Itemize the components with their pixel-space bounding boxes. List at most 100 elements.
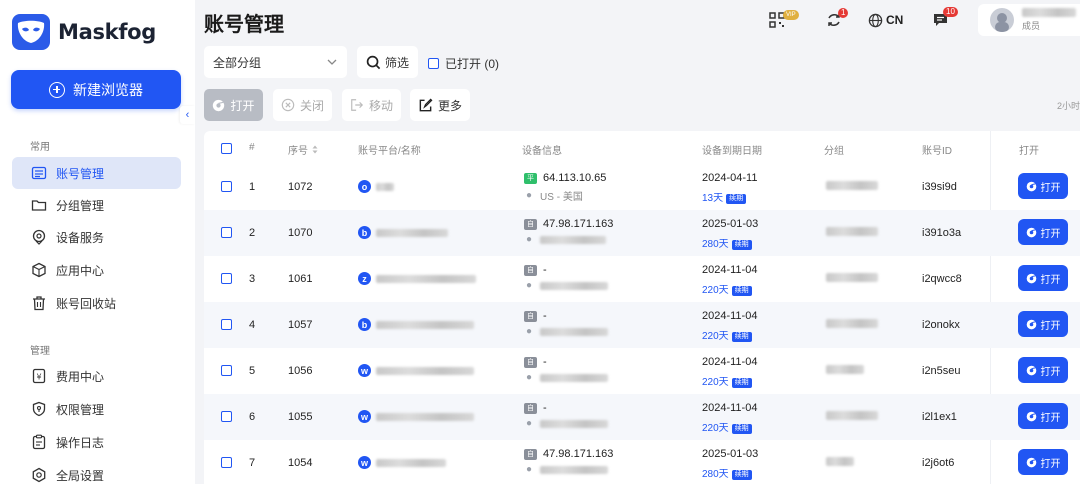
platform-icon: w (358, 410, 371, 423)
row-index: 4 (249, 319, 256, 331)
renew-button[interactable]: 续期 (731, 378, 752, 388)
platform-icon: z (358, 272, 371, 285)
open-label: 打开 (1040, 366, 1061, 378)
new-browser-button[interactable]: 新建浏览器 (11, 70, 181, 109)
language-switcher[interactable]: CN (868, 8, 903, 32)
column-header-device: 设备信息 (522, 146, 562, 157)
opened-only-checkbox[interactable]: 已打开 (0) (428, 55, 499, 72)
account-name-redacted (376, 275, 476, 283)
ip-type-tag: 自 (524, 402, 537, 414)
device-location: ● (526, 234, 607, 245)
sidebar-item-accounts[interactable]: 账号管理 (12, 157, 181, 189)
column-header-group: 分组 (824, 146, 844, 157)
ip-address: - (543, 310, 547, 322)
row-index: 5 (249, 365, 256, 377)
open-profile-button[interactable]: 打开 (1018, 311, 1068, 337)
mask-logo-icon (12, 14, 50, 50)
trash-icon (33, 296, 45, 311)
renew-button[interactable]: 续期 (731, 286, 752, 296)
expiry-remaining: 220天 续期 (702, 326, 752, 344)
cube-icon (32, 262, 46, 278)
sidebar-item-device-service[interactable]: 设备服务 (12, 221, 181, 253)
ip-type-tag: 自 (524, 218, 537, 230)
sidebar-item-logs[interactable]: 操作日志 (12, 426, 181, 458)
page-title: 账号管理 (204, 14, 284, 36)
column-header-serial[interactable]: 序号 (288, 142, 318, 157)
row-index: 6 (249, 411, 256, 423)
row-checkbox[interactable] (221, 365, 232, 376)
table-row[interactable]: 4 1057 b 自 - ● 2024-11-04 220天 续期 i2onokx… (204, 302, 1080, 348)
row-serial: 1055 (288, 411, 313, 423)
table-row[interactable]: 7 1054 w 自 47.98.171.163 ● 2025-01-03 28… (204, 440, 1080, 484)
open-profile-button[interactable]: 打开 (1018, 357, 1068, 383)
more-actions-button[interactable]: 更多 (410, 89, 470, 121)
group-name-redacted (826, 411, 878, 420)
open-profile-button[interactable]: 打开 (1018, 219, 1068, 245)
sync-button[interactable]: 1 (826, 8, 849, 32)
row-checkbox[interactable] (221, 181, 232, 192)
open-profile-button[interactable]: 打开 (1018, 403, 1068, 429)
days-left: 280天 (702, 469, 729, 480)
device-location: ● (526, 372, 609, 383)
browser-open-icon (1026, 273, 1036, 283)
account-id: i2onokx (922, 319, 960, 331)
renew-button[interactable]: 续期 (731, 332, 752, 342)
location-redacted (540, 419, 609, 428)
sidebar-item-billing[interactable]: ¥ 费用中心 (12, 360, 181, 392)
row-checkbox[interactable] (221, 319, 232, 330)
section-common-title: 常用 (30, 142, 50, 153)
messages-button[interactable]: 10 (932, 7, 962, 32)
open-label: 打开 (1040, 458, 1061, 470)
renew-button[interactable]: 续期 (726, 194, 747, 204)
table-row[interactable]: 1 1072 o 平 64.113.10.65 ● US - 美国 2024-0… (204, 164, 1080, 210)
group-select[interactable]: 全部分组 (204, 46, 347, 78)
table-row[interactable]: 2 1070 b 自 47.98.171.163 ● 2025-01-03 28… (204, 210, 1080, 256)
table-row[interactable]: 5 1056 w 自 - ● 2024-11-04 220天 续期 i2n5seu… (204, 348, 1080, 394)
ip-address: 47.98.171.163 (543, 448, 614, 460)
sidebar-item-label: 费用中心 (56, 369, 105, 384)
sidebar-item-groups[interactable]: 分组管理 (12, 189, 181, 221)
filter-button[interactable]: 筛选 (357, 46, 418, 78)
device-ip: 自 47.98.171.163 (524, 448, 613, 460)
row-checkbox[interactable] (221, 227, 232, 238)
batch-open-button[interactable]: 打开 (204, 89, 263, 121)
sidebar-item-app-center[interactable]: 应用中心 (12, 254, 181, 286)
sidebar-item-global-settings[interactable]: 全局设置 (12, 459, 181, 484)
user-menu[interactable]: 成员 (978, 4, 1080, 36)
renew-button[interactable]: 续期 (731, 424, 752, 434)
row-checkbox[interactable] (221, 457, 232, 468)
batch-move-button[interactable]: 移动 (342, 89, 401, 121)
table-row[interactable]: 3 1061 z 自 - ● 2024-11-04 220天 续期 i2qwcc8… (204, 256, 1080, 302)
select-all-checkbox[interactable] (221, 143, 232, 154)
open-profile-button[interactable]: 打开 (1018, 265, 1068, 291)
sidebar-item-recycle-bin[interactable]: 账号回收站 (12, 287, 181, 319)
row-checkbox[interactable] (221, 411, 232, 422)
device-ip: 自 47.98.171.163 (524, 218, 613, 230)
batch-open-label: 打开 (230, 98, 255, 113)
renew-button[interactable]: 续期 (731, 240, 752, 250)
logo[interactable]: Maskfog (12, 14, 156, 50)
group-name-redacted (826, 319, 878, 328)
sync-badge: 1 (838, 8, 849, 18)
ip-address: 64.113.10.65 (543, 172, 607, 184)
open-profile-button[interactable]: 打开 (1018, 449, 1068, 475)
user-name-redacted (1022, 8, 1076, 17)
device-ip: 自 - (524, 402, 547, 414)
group-name-redacted (826, 273, 878, 282)
sidebar-item-permissions[interactable]: 权限管理 (12, 393, 181, 425)
open-profile-button[interactable]: 打开 (1018, 173, 1068, 199)
browser-open-icon (1026, 411, 1036, 421)
browser-open-icon (1026, 181, 1036, 191)
vip-qr-button[interactable]: VIP (769, 8, 799, 32)
platform-icon: w (358, 456, 371, 469)
table-row[interactable]: 6 1055 w 自 - ● 2024-11-04 220天 续期 i2l1ex1… (204, 394, 1080, 440)
days-left: 220天 (702, 377, 729, 388)
batch-close-button[interactable]: 关闭 (273, 89, 332, 121)
row-checkbox[interactable] (221, 273, 232, 284)
column-header-platform: 账号平台/名称 (358, 146, 421, 157)
expiry-remaining: 280天 续期 (702, 464, 752, 482)
group-name-redacted (826, 365, 864, 374)
renew-button[interactable]: 续期 (731, 470, 752, 480)
collapse-sidebar-chevron-icon[interactable]: ‹ (180, 106, 195, 124)
user-role: 成员 (1022, 21, 1041, 31)
